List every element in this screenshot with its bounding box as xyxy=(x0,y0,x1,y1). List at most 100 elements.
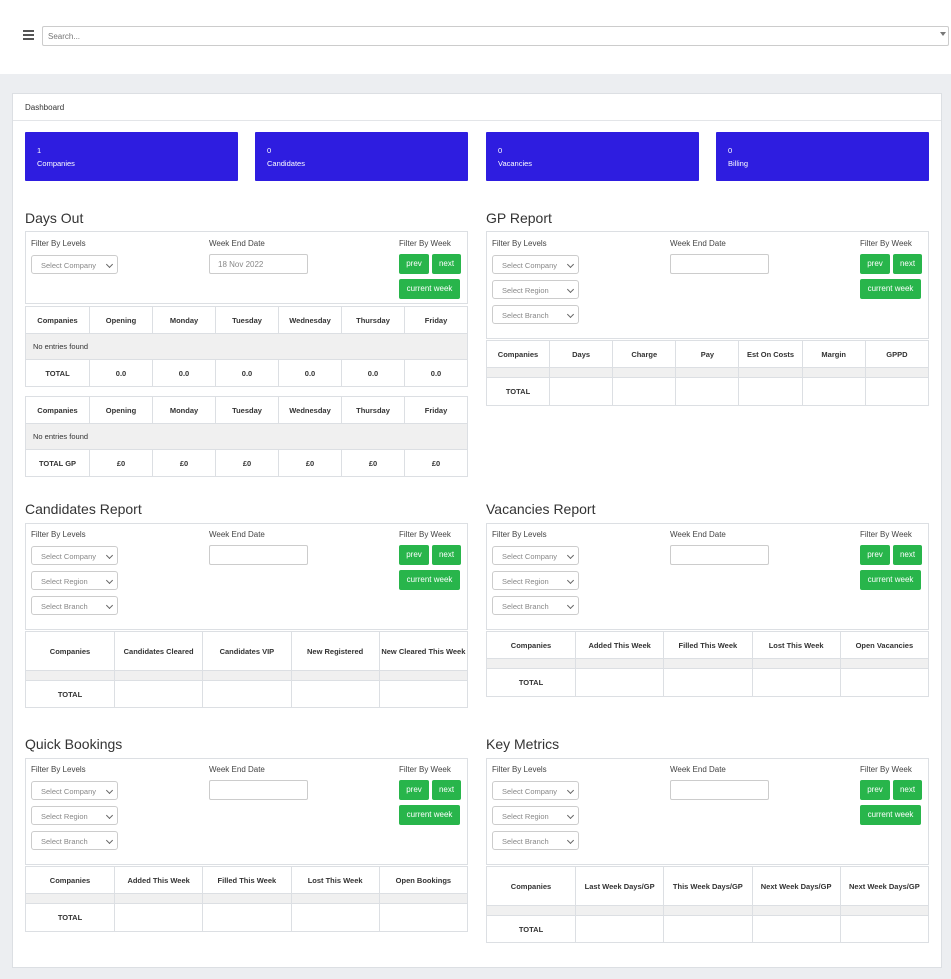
week-end-date-label: Week End Date xyxy=(670,239,726,248)
prev-button[interactable]: prev xyxy=(860,254,890,274)
current-week-button[interactable]: current week xyxy=(860,279,921,299)
prev-button[interactable]: prev xyxy=(860,545,890,565)
prev-button[interactable]: prev xyxy=(399,780,429,800)
next-button[interactable]: next xyxy=(432,254,461,274)
select-branch[interactable]: Select Branch xyxy=(31,596,118,615)
select-company[interactable]: Select Company xyxy=(492,781,579,800)
total-cell xyxy=(663,668,753,697)
empty-cell xyxy=(751,905,841,916)
empty-cell xyxy=(290,893,380,904)
filter-by-levels-label: Filter By Levels xyxy=(492,765,547,774)
select-region[interactable]: Select Region xyxy=(31,571,118,590)
week-end-date-input[interactable] xyxy=(670,780,769,800)
current-week-button[interactable]: current week xyxy=(399,805,460,825)
empty-cell xyxy=(113,893,204,904)
total-cell xyxy=(801,377,866,406)
column-header: Added This Week xyxy=(574,631,665,659)
column-header: Lost This Week xyxy=(290,866,380,894)
select-branch[interactable]: Select Branch xyxy=(492,305,579,324)
empty-cell xyxy=(25,893,115,904)
total-gp-value: £0 xyxy=(341,449,405,477)
next-button[interactable]: next xyxy=(893,254,922,274)
column-header: Wednesday xyxy=(278,396,342,424)
next-button[interactable]: next xyxy=(893,780,922,800)
stat-tile-companies[interactable]: 1 Companies xyxy=(25,132,238,181)
column-header: Added This Week xyxy=(113,866,204,894)
search-dropdown-icon[interactable] xyxy=(940,32,946,36)
week-end-date-label: Week End Date xyxy=(670,765,726,774)
stat-tile-candidates[interactable]: 0 Candidates xyxy=(255,132,468,181)
total-cell xyxy=(548,377,614,406)
select-company[interactable]: Select Company xyxy=(31,781,118,800)
next-button[interactable]: next xyxy=(432,545,461,565)
column-header: Charge xyxy=(612,340,677,368)
current-week-button[interactable]: current week xyxy=(399,279,460,299)
column-header: Filled This Week xyxy=(202,866,292,894)
week-end-date-input[interactable] xyxy=(209,780,308,800)
total-gp-value: £0 xyxy=(89,449,153,477)
select-region[interactable]: Select Region xyxy=(31,806,118,825)
week-end-date-input[interactable]: 18 Nov 2022 xyxy=(209,254,308,274)
next-button[interactable]: next xyxy=(893,545,922,565)
column-header: Companies xyxy=(25,866,115,894)
current-week-button[interactable]: current week xyxy=(399,570,460,590)
empty-cell xyxy=(290,670,380,681)
total-value: 0.0 xyxy=(341,359,405,387)
empty-cell xyxy=(378,670,469,681)
no-entries-message: No entries found xyxy=(25,333,468,360)
filter-by-week-label: Filter By Week xyxy=(399,530,451,539)
week-end-date-input[interactable] xyxy=(670,545,769,565)
total-cell xyxy=(839,915,930,943)
key-metrics-title: Key Metrics xyxy=(486,736,560,752)
column-header: Last Week Days/GP xyxy=(574,866,665,906)
select-company[interactable]: Select Company xyxy=(492,255,579,274)
total-label: TOTAL xyxy=(486,915,576,943)
empty-cell xyxy=(378,893,469,904)
next-button[interactable]: next xyxy=(432,780,461,800)
search-input[interactable] xyxy=(42,26,949,46)
stat-tile-billing[interactable]: 0 Billing xyxy=(716,132,929,181)
week-end-date-input[interactable] xyxy=(670,254,769,274)
select-company[interactable]: Select Company xyxy=(492,546,579,565)
total-cell xyxy=(663,915,753,943)
select-region[interactable]: Select Region xyxy=(492,571,579,590)
column-header: Est On Costs xyxy=(738,340,803,368)
column-header: Companies xyxy=(486,866,576,906)
hamburger-menu-icon[interactable] xyxy=(23,30,34,40)
column-header: Monday xyxy=(152,306,216,334)
select-region[interactable]: Select Region xyxy=(492,280,579,299)
week-end-date-label: Week End Date xyxy=(670,530,726,539)
total-cell xyxy=(202,680,292,708)
select-company[interactable]: Select Company xyxy=(31,255,118,274)
prev-button[interactable]: prev xyxy=(860,780,890,800)
total-cell xyxy=(113,680,204,708)
prev-button[interactable]: prev xyxy=(399,545,429,565)
column-header: Thursday xyxy=(341,306,405,334)
select-company[interactable]: Select Company xyxy=(31,546,118,565)
days-out-title: Days Out xyxy=(25,210,84,226)
prev-button[interactable]: prev xyxy=(399,254,429,274)
select-branch[interactable]: Select Branch xyxy=(31,831,118,850)
filter-by-levels-label: Filter By Levels xyxy=(31,765,86,774)
column-header: Opening xyxy=(89,396,153,424)
empty-cell xyxy=(548,367,614,378)
empty-cell xyxy=(663,905,753,916)
empty-cell xyxy=(574,658,665,669)
select-region[interactable]: Select Region xyxy=(492,806,579,825)
quick-bookings-title: Quick Bookings xyxy=(25,736,123,752)
column-header: Companies xyxy=(486,340,550,368)
empty-cell xyxy=(486,658,576,669)
week-end-date-input[interactable] xyxy=(209,545,308,565)
select-branch[interactable]: Select Branch xyxy=(492,831,579,850)
total-label: TOTAL xyxy=(25,680,115,708)
week-end-date-label: Week End Date xyxy=(209,239,265,248)
column-header: Companies xyxy=(25,396,90,424)
stat-tile-vacancies[interactable]: 0 Vacancies xyxy=(486,132,699,181)
total-cell xyxy=(738,377,803,406)
empty-cell xyxy=(612,367,677,378)
current-week-button[interactable]: current week xyxy=(860,805,921,825)
current-week-button[interactable]: current week xyxy=(860,570,921,590)
select-branch[interactable]: Select Branch xyxy=(492,596,579,615)
empty-cell xyxy=(839,658,930,669)
week-end-date-label: Week End Date xyxy=(209,530,265,539)
